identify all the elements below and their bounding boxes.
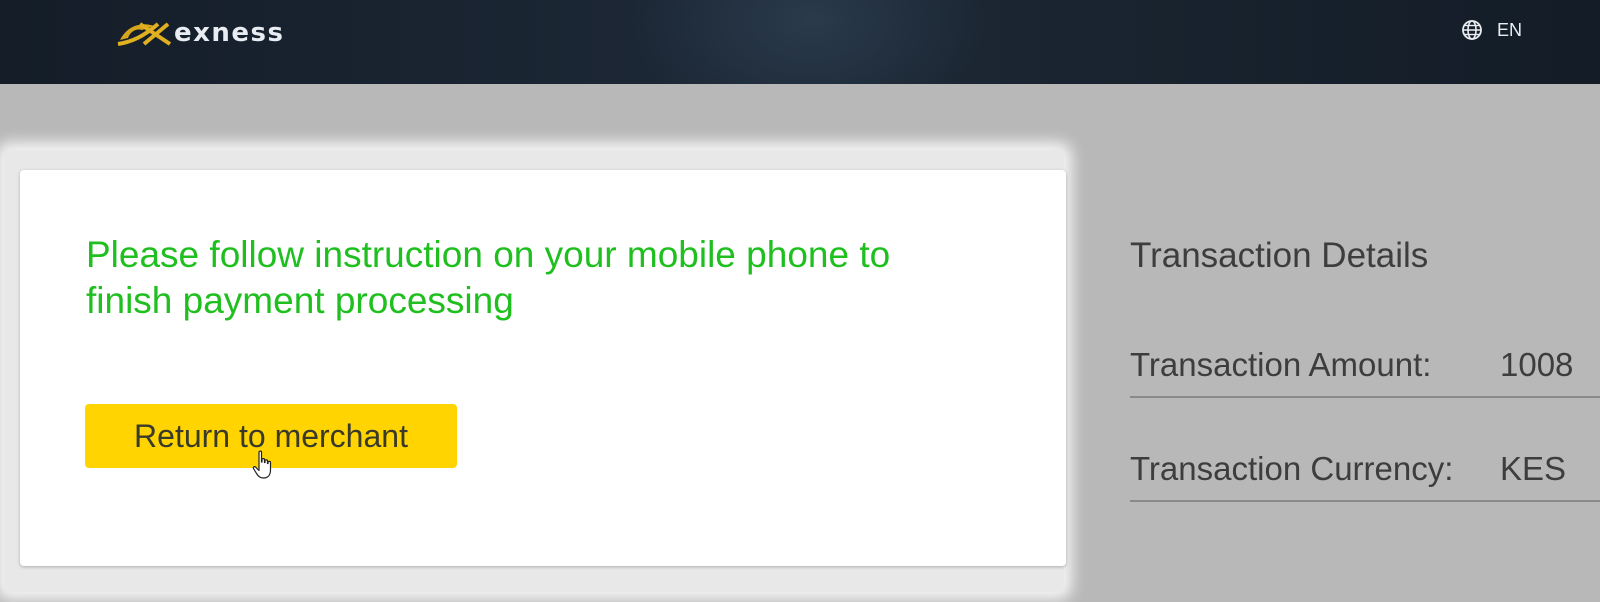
exness-logo[interactable]: exness <box>114 18 285 48</box>
transaction-details-title: Transaction Details <box>1130 236 1429 275</box>
language-label: EN <box>1496 19 1522 40</box>
transaction-currency-row: Transaction Currency: KES <box>1130 450 1600 502</box>
top-navigation-bar: exness EN <box>0 0 1600 84</box>
transaction-amount-row: Transaction Amount: 1008 <box>1130 346 1600 398</box>
transaction-amount-label: Transaction Amount: <box>1130 346 1432 383</box>
hand-pointer-icon <box>252 450 272 479</box>
globe-icon <box>1462 20 1482 40</box>
exness-logo-mark-icon <box>117 22 172 46</box>
payment-instruction-card: Please follow instruction on your mobile… <box>20 170 1066 566</box>
payment-instruction-message: Please follow instruction on your mobile… <box>86 234 891 321</box>
language-selector[interactable]: EN <box>1461 18 1522 42</box>
brand-name: exness <box>174 18 285 48</box>
transaction-amount-value: 1008 <box>1500 346 1574 383</box>
transaction-currency-value: KES <box>1500 450 1567 487</box>
transaction-currency-label: Transaction Currency: <box>1130 450 1454 487</box>
